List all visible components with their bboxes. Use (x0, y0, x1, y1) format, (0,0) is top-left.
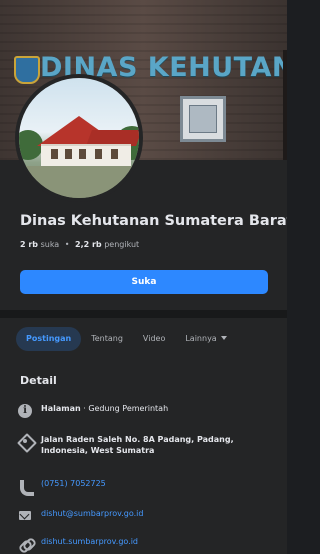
facebook-page-screen: DINAS KEHUTANAN Dinas Kehutanan Sumatera… (0, 0, 287, 554)
detail-address[interactable]: Jalan Raden Saleh No. 8A Padang, Padang,… (18, 434, 273, 456)
caret-down-icon (220, 336, 227, 340)
category-value: Gedung Pemerintah (88, 404, 169, 413)
email-link[interactable]: dishut@sumbarprov.go.id (41, 508, 143, 519)
info-icon (18, 404, 32, 418)
location-icon (18, 435, 32, 449)
details-heading: Detail (20, 374, 57, 387)
section-divider (0, 310, 287, 318)
province-emblem-icon (14, 56, 40, 84)
detail-category: Halaman · Gedung Pemerintah (18, 403, 273, 418)
address-text: Jalan Raden Saleh No. 8A Padang, Padang,… (41, 435, 234, 455)
likes-label: suka (40, 240, 60, 249)
detail-email[interactable]: dishut@sumbarprov.go.id (18, 508, 273, 523)
phone-icon (18, 479, 34, 496)
email-icon (18, 509, 32, 523)
profile-avatar[interactable] (15, 74, 143, 202)
detail-website[interactable]: dishut.sumbarprov.go.id (18, 536, 273, 551)
followers-count: 2,2 rb (75, 240, 102, 249)
website-link[interactable]: dishut.sumbarprov.go.id (41, 536, 138, 547)
link-icon (18, 537, 32, 551)
avatar-building-photo (19, 78, 139, 198)
tab-about[interactable]: Tentang (81, 327, 133, 351)
category-prefix: Halaman (41, 404, 81, 413)
page-title: Dinas Kehutanan Sumatera Barat (20, 213, 287, 229)
tab-more-label: Lainnya (185, 334, 217, 343)
followers-label: pengikut (104, 240, 140, 249)
like-button[interactable]: Suka (20, 270, 268, 294)
cover-plaque (180, 96, 226, 142)
tab-videos[interactable]: Video (133, 327, 175, 351)
cover-edge (283, 50, 287, 160)
page-stats[interactable]: 2 rb suka • 2,2 rb pengikut (20, 240, 139, 249)
page-tabs: Postingan Tentang Video Lainnya (16, 327, 237, 351)
tab-posts[interactable]: Postingan (16, 327, 82, 351)
tab-more[interactable]: Lainnya (175, 327, 236, 351)
detail-phone[interactable]: (0751) 7052725 (18, 478, 273, 496)
stats-separator: • (64, 240, 70, 249)
likes-count: 2 rb (20, 240, 39, 249)
phone-link[interactable]: (0751) 7052725 (41, 478, 106, 489)
